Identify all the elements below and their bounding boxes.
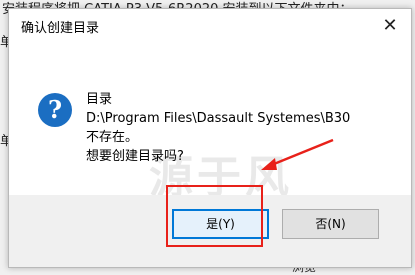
no-button[interactable]: 否(N) <box>282 209 379 239</box>
dialog-title: 确认创建目录 <box>21 21 100 36</box>
close-icon[interactable]: ✕ <box>379 15 401 37</box>
info-icon: ? <box>38 93 72 127</box>
annotation-highlight-box <box>166 185 263 247</box>
message-line: D:\Program Files\Dassault Systemes\B30 <box>86 111 351 126</box>
message-line: 目录 <box>86 92 113 107</box>
annotation-arrow-icon <box>261 138 334 170</box>
dialog-content: 源于风 ? 目录 D:\Program Files\Dassault Syste… <box>9 45 411 203</box>
dialog-titlebar: 确认创建目录 ✕ <box>9 9 411 45</box>
